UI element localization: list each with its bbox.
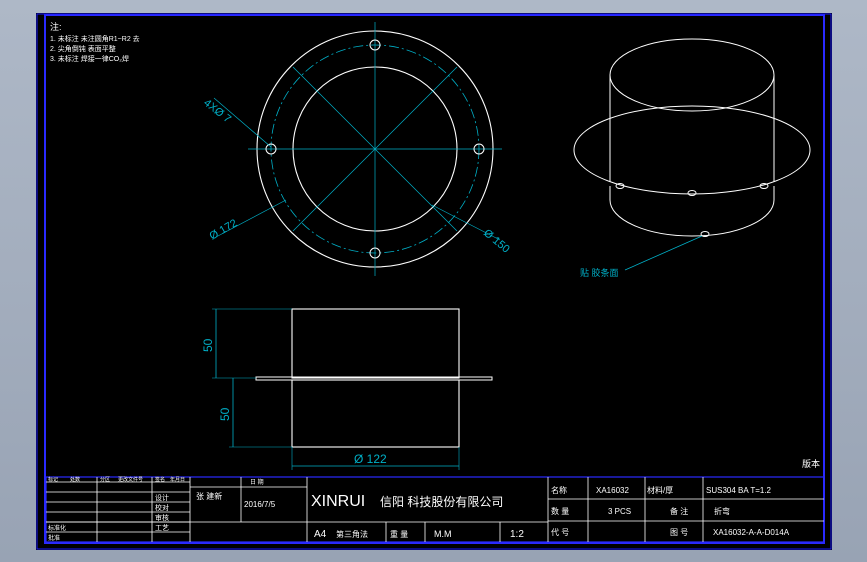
date-label: 日 期 bbox=[250, 478, 264, 486]
rev-header: 更改文件号 bbox=[118, 476, 143, 483]
scale-value: 1:2 bbox=[510, 529, 524, 540]
rev-header: 签名 bbox=[155, 476, 165, 483]
rev-header: 年月日 bbox=[170, 476, 185, 483]
quantity-label: 数 量 bbox=[551, 506, 569, 516]
part-name: XA16032 bbox=[596, 486, 629, 495]
weight-label: 重 量 bbox=[390, 529, 408, 539]
notes-heading: 注: bbox=[50, 21, 62, 32]
drawing-no-label: 图 号 bbox=[670, 528, 688, 537]
note-line: 3. 未标注 焊接一律CO₂焊 bbox=[50, 54, 129, 63]
note-line: 1. 未标注 未注圆角R1~R2 去 bbox=[50, 34, 140, 43]
projection-note: 第三角法 bbox=[336, 529, 368, 539]
weight-value: M.M bbox=[434, 529, 452, 539]
company-name-en: XINRUI bbox=[311, 493, 365, 510]
corner-mark: 版本 bbox=[802, 458, 820, 469]
drawing-code: XA16032-A-A-D014A bbox=[713, 528, 790, 537]
process-value: 折弯 bbox=[714, 506, 730, 516]
sheet-size: A4 bbox=[314, 529, 327, 540]
rev-header: 标记 bbox=[48, 476, 58, 483]
material-label: 材料/厚 bbox=[647, 485, 673, 495]
rev-header: 处数 bbox=[70, 476, 80, 483]
role-label: 审核 bbox=[155, 513, 169, 522]
code-label: 代 号 bbox=[551, 527, 569, 537]
drawing-canvas bbox=[36, 13, 832, 550]
role-label: 批准 bbox=[48, 534, 60, 542]
drawing-date: 2016/7/5 bbox=[244, 500, 276, 509]
bottom-height-dimension: 50 bbox=[218, 407, 232, 421]
quantity-value: 3 PCS bbox=[608, 507, 631, 516]
name-label: 名称 bbox=[551, 485, 567, 495]
iso-callout: 贴 胶条面 bbox=[580, 267, 619, 278]
role-label: 工艺 bbox=[155, 524, 169, 532]
material-value: SUS304 BA T=1.2 bbox=[706, 486, 772, 495]
role-label: 校对 bbox=[155, 503, 169, 512]
role-label: 设计 bbox=[155, 493, 169, 502]
top-height-dimension: 50 bbox=[201, 338, 215, 352]
designer-name: 张 建新 bbox=[196, 491, 222, 501]
role-label: 标准化 bbox=[48, 524, 66, 532]
company-name-cn: 信阳 科技股份有限公司 bbox=[380, 495, 503, 509]
width-dimension: Ø 122 bbox=[354, 452, 387, 466]
rev-header: 分区 bbox=[100, 476, 110, 483]
process-label: 备 注 bbox=[670, 506, 688, 516]
note-line: 2. 尖角倒钝 表面平整 bbox=[50, 44, 116, 53]
cad-drawing-sheet: 注: 1. 未标注 未注圆角R1~R2 去 2. 尖角倒钝 表面平整 3. 未标… bbox=[36, 13, 832, 550]
